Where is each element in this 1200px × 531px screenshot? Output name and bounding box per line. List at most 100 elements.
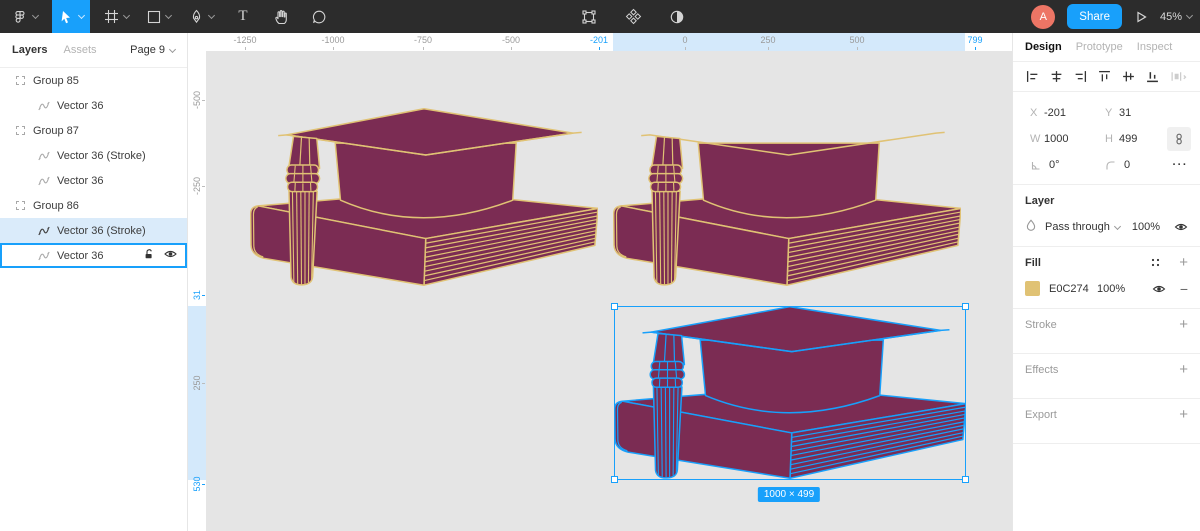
ruler-tick-label: 250 bbox=[192, 375, 202, 390]
fill-color-swatch[interactable] bbox=[1025, 281, 1040, 296]
rotation-input[interactable]: 0° bbox=[1049, 159, 1091, 171]
layer-label: Group 85 bbox=[33, 75, 79, 87]
edit-object-button[interactable] bbox=[572, 0, 606, 33]
tab-prototype[interactable]: Prototype bbox=[1076, 41, 1123, 53]
ruler-tick-label: -1250 bbox=[233, 35, 256, 45]
vector-icon bbox=[38, 100, 50, 112]
add-effect-button[interactable]: + bbox=[1179, 362, 1188, 377]
layer-row-group-86[interactable]: Group 86 bbox=[0, 193, 187, 218]
selection-handle-top-right[interactable] bbox=[962, 303, 969, 310]
mask-button[interactable] bbox=[660, 0, 694, 33]
selection-handle-bottom-right[interactable] bbox=[962, 476, 969, 483]
tab-inspect[interactable]: Inspect bbox=[1137, 41, 1172, 53]
export-section-title: Export bbox=[1025, 409, 1188, 421]
stroke-section: Stroke + bbox=[1013, 309, 1200, 354]
layer-opacity-input[interactable]: 100% bbox=[1132, 221, 1160, 233]
group-icon bbox=[14, 76, 26, 85]
ruler-tick-label: -500 bbox=[502, 35, 520, 45]
text-tool-button[interactable]: T bbox=[226, 0, 260, 33]
selection-bounding-box[interactable] bbox=[614, 306, 966, 480]
zoom-level: 45% bbox=[1160, 11, 1182, 23]
selection-handle-top-left[interactable] bbox=[611, 303, 618, 310]
zoom-menu[interactable]: 45% bbox=[1160, 11, 1192, 23]
vertical-ruler[interactable]: -500-25031250530 bbox=[188, 33, 206, 531]
canvas[interactable]: 1000 × 499 -1250-1000-750-500-2010250500… bbox=[188, 33, 1012, 531]
page-selector[interactable]: Page 9 bbox=[130, 44, 175, 56]
layer-label: Vector 36 (Stroke) bbox=[57, 150, 146, 162]
horizontal-ruler[interactable]: -1250-1000-750-500-2010250500799 bbox=[188, 33, 1012, 51]
fill-opacity-input[interactable]: 100% bbox=[1097, 283, 1125, 295]
add-stroke-button[interactable]: + bbox=[1179, 317, 1188, 332]
eye-icon[interactable] bbox=[1152, 283, 1166, 295]
layer-label: Group 86 bbox=[33, 200, 79, 212]
toolbar-right: A Share 45% bbox=[1031, 0, 1192, 33]
artwork-graduation-book-2[interactable] bbox=[613, 108, 961, 287]
artwork-graduation-book-1[interactable] bbox=[250, 108, 598, 287]
y-input[interactable]: 31 bbox=[1119, 107, 1163, 119]
boolean-operations-button[interactable] bbox=[616, 0, 650, 33]
layer-row-vector-36-stroke[interactable]: Vector 36 (Stroke) bbox=[0, 143, 187, 168]
constrain-proportions-toggle[interactable] bbox=[1167, 127, 1191, 151]
main-menu-button[interactable] bbox=[0, 0, 44, 33]
x-label: X bbox=[1030, 107, 1044, 119]
x-input[interactable]: -201 bbox=[1044, 107, 1088, 119]
layer-row-vector-36-stroke-selected[interactable]: Vector 36 (Stroke) bbox=[0, 218, 187, 243]
move-cursor-icon bbox=[58, 9, 74, 25]
chevron-down-icon bbox=[1186, 12, 1193, 19]
chevron-down-icon bbox=[165, 11, 172, 18]
layer-row-group-85[interactable]: Group 85 bbox=[0, 68, 187, 93]
transform-section: X -201 Y 31 W 1000 H 499 0 bbox=[1013, 92, 1200, 185]
align-vertical-center-button[interactable] bbox=[1122, 70, 1135, 83]
tab-assets[interactable]: Assets bbox=[63, 44, 96, 56]
remove-fill-button[interactable]: − bbox=[1180, 282, 1188, 296]
ruler-tick-label: 0 bbox=[682, 35, 687, 45]
ruler-selection-range bbox=[188, 306, 206, 480]
ruler-tick-label: 799 bbox=[967, 35, 982, 45]
pen-tool-button[interactable] bbox=[183, 0, 220, 33]
fill-section: Fill + E0C274 100% − bbox=[1013, 247, 1200, 309]
move-tool-button[interactable] bbox=[52, 0, 90, 33]
lock-open-icon[interactable] bbox=[143, 248, 155, 263]
present-button[interactable] bbox=[1134, 10, 1148, 24]
ruler-tick-label: 500 bbox=[849, 35, 864, 45]
layer-section-title: Layer bbox=[1025, 195, 1188, 207]
blend-mode-icon bbox=[1025, 219, 1037, 234]
align-right-button[interactable] bbox=[1074, 70, 1087, 83]
layer-row-vector-36-hovered[interactable]: Vector 36 bbox=[0, 243, 187, 268]
add-export-button[interactable]: + bbox=[1179, 407, 1188, 422]
fill-hex-input[interactable]: E0C274 bbox=[1049, 283, 1097, 295]
shape-tool-button[interactable] bbox=[141, 0, 177, 33]
avatar[interactable]: A bbox=[1031, 5, 1055, 29]
styles-icon[interactable] bbox=[1150, 257, 1161, 268]
comment-tool-button[interactable] bbox=[302, 0, 336, 33]
hand-tool-button[interactable] bbox=[264, 0, 298, 33]
align-bottom-button[interactable] bbox=[1146, 70, 1159, 83]
distribute-button[interactable] bbox=[1170, 70, 1187, 83]
height-input[interactable]: 499 bbox=[1119, 133, 1163, 145]
vector-icon bbox=[38, 225, 50, 237]
stroke-section-title: Stroke bbox=[1025, 319, 1188, 331]
layer-label: Group 87 bbox=[33, 125, 79, 137]
group-icon bbox=[14, 126, 26, 135]
corner-radius-input[interactable]: 0 bbox=[1124, 159, 1168, 171]
align-left-button[interactable] bbox=[1026, 70, 1039, 83]
frame-tool-button[interactable] bbox=[98, 0, 135, 33]
tab-layers[interactable]: Layers bbox=[12, 44, 47, 56]
more-options-button[interactable]: ··· bbox=[1173, 159, 1189, 171]
eye-icon[interactable] bbox=[164, 248, 177, 263]
layer-row-group-87[interactable]: Group 87 bbox=[0, 118, 187, 143]
eye-icon[interactable] bbox=[1174, 221, 1188, 233]
blend-mode-select[interactable]: Pass through bbox=[1045, 221, 1110, 233]
hand-tool-icon bbox=[273, 9, 289, 25]
align-horizontal-center-button[interactable] bbox=[1050, 70, 1063, 83]
selection-handle-bottom-left[interactable] bbox=[611, 476, 618, 483]
share-button[interactable]: Share bbox=[1067, 4, 1122, 29]
align-top-button[interactable] bbox=[1098, 70, 1111, 83]
tab-design[interactable]: Design bbox=[1025, 41, 1062, 53]
vector-icon bbox=[38, 150, 50, 162]
figma-app: T bbox=[0, 0, 1200, 531]
layer-row-vector-36[interactable]: Vector 36 bbox=[0, 93, 187, 118]
width-input[interactable]: 1000 bbox=[1044, 133, 1088, 145]
add-fill-button[interactable]: + bbox=[1179, 255, 1188, 270]
layer-row-vector-36[interactable]: Vector 36 bbox=[0, 168, 187, 193]
